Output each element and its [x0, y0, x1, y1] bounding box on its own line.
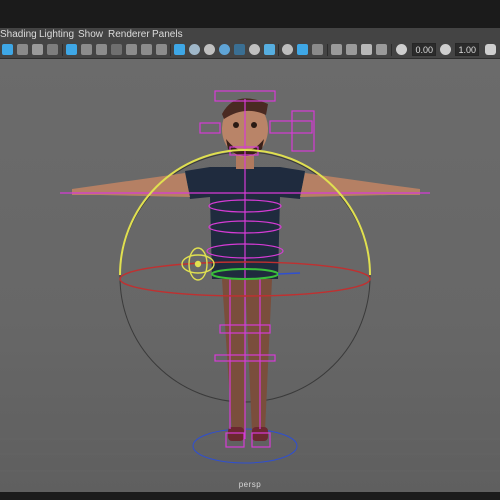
wireframe-icon[interactable]	[174, 44, 185, 55]
safe-action-icon[interactable]	[141, 44, 152, 55]
safe-title-icon[interactable]	[156, 44, 167, 55]
smooth-shade-icon[interactable]	[189, 44, 200, 55]
toolbar-separator	[278, 44, 279, 56]
maya-window: Shading Lighting Show Renderer Panels 0.…	[0, 0, 500, 500]
shadows-icon[interactable]	[264, 44, 275, 55]
gate-mask-icon[interactable]	[111, 44, 122, 55]
wireframe-on-shaded-icon[interactable]	[219, 44, 230, 55]
camera-attributes-icon[interactable]	[17, 44, 28, 55]
bottom-strip	[0, 492, 500, 500]
bookmarks-icon[interactable]	[32, 44, 43, 55]
gamma-field[interactable]: 1.00	[455, 43, 479, 56]
menu-lighting[interactable]: Lighting	[39, 28, 74, 42]
exposure-field[interactable]: 0.00	[412, 43, 436, 56]
ambient-occlusion-icon[interactable]	[282, 44, 293, 55]
select-camera-icon[interactable]	[2, 44, 13, 55]
rotate-manipulator-z-handle[interactable]	[277, 272, 301, 275]
toolbar-separator	[327, 44, 328, 56]
grid-icon[interactable]	[66, 44, 77, 55]
gamma-icon[interactable]	[440, 44, 451, 55]
viewport-scene[interactable]	[0, 59, 500, 492]
panel-menubar: Shading Lighting Show Renderer Panels	[0, 28, 500, 42]
xray-joints-icon[interactable]	[376, 44, 387, 55]
toolbar-separator	[62, 44, 63, 56]
toolbar-separator	[170, 44, 171, 56]
color-management-icon[interactable]	[485, 44, 496, 55]
toolbar-separator	[391, 44, 392, 56]
menu-renderer[interactable]: Renderer	[108, 28, 150, 42]
default-material-icon[interactable]	[204, 44, 215, 55]
menu-show[interactable]: Show	[78, 28, 103, 42]
textured-icon[interactable]	[234, 44, 245, 55]
exposure-icon[interactable]	[396, 44, 407, 55]
resolution-gate-icon[interactable]	[96, 44, 107, 55]
depth-of-field-icon[interactable]	[331, 44, 342, 55]
field-chart-icon[interactable]	[126, 44, 137, 55]
menu-shading[interactable]: Shading	[0, 28, 37, 42]
anti-aliasing-icon[interactable]	[312, 44, 323, 55]
image-plane-icon[interactable]	[47, 44, 58, 55]
film-gate-icon[interactable]	[81, 44, 92, 55]
isolate-select-icon[interactable]	[346, 44, 357, 55]
ground-grid	[0, 438, 500, 472]
camera-label: persp	[238, 480, 262, 489]
menu-panels[interactable]: Panels	[152, 28, 183, 42]
motion-blur-icon[interactable]	[297, 44, 308, 55]
use-all-lights-icon[interactable]	[249, 44, 260, 55]
panel-toolbar: 0.00 1.00	[0, 42, 500, 59]
3d-viewport[interactable]: persp	[0, 59, 500, 492]
xray-icon[interactable]	[361, 44, 372, 55]
